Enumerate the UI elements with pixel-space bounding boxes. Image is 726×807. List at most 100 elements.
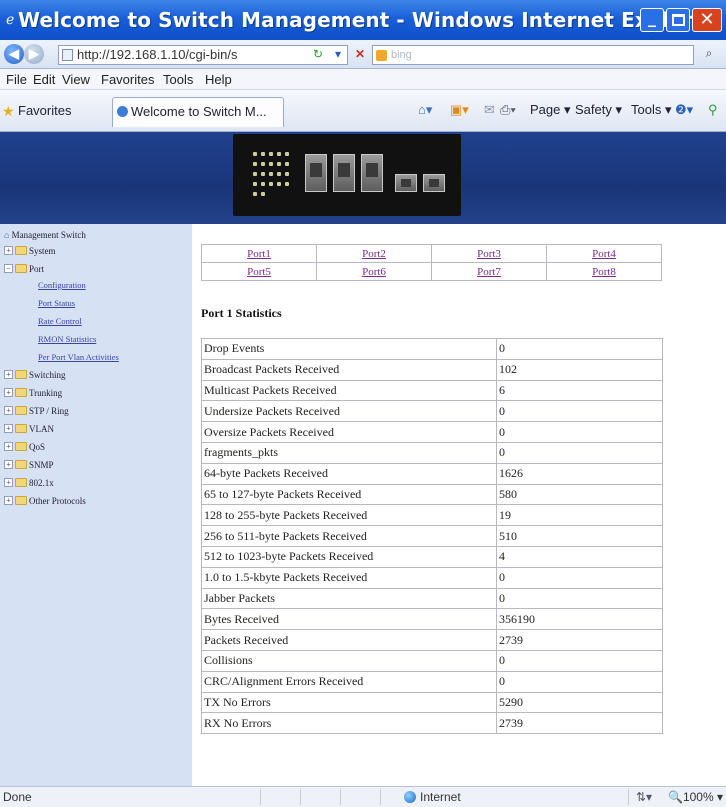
minimize-button[interactable]: _ <box>640 8 664 32</box>
port-link-4[interactable]: Port4 <box>592 248 616 260</box>
folder-icon <box>15 496 27 505</box>
mail-icon[interactable]: ✉ <box>484 102 495 118</box>
port-jack-3 <box>361 154 383 192</box>
stat-name: Broadcast Packets Received <box>201 358 497 381</box>
tree-item-port[interactable]: Port <box>29 264 44 274</box>
search-icon[interactable]: ⌕ <box>698 46 720 64</box>
stat-name: 128 to 255-byte Packets Received <box>201 504 497 527</box>
folder-icon <box>15 424 27 433</box>
computer-icon: ⌂ <box>4 230 10 240</box>
expand-qos-icon[interactable]: + <box>4 442 13 451</box>
stat-name: 64-byte Packets Received <box>201 462 497 485</box>
menu-help[interactable]: Help <box>205 72 232 87</box>
menu-tools[interactable]: Tools <box>163 72 193 87</box>
expand-snmp-icon[interactable]: + <box>4 460 13 469</box>
protected-mode-icon[interactable]: ⇅▾ <box>636 790 652 804</box>
back-button[interactable]: ◀ <box>4 44 24 64</box>
stats-row: Broadcast Packets Received 102 <box>201 358 663 381</box>
stat-name: Undersize Packets Received <box>201 400 497 423</box>
address-url: http://192.168.1.10/cgi-bin/s <box>77 47 238 62</box>
stop-icon[interactable]: ✕ <box>352 46 368 63</box>
refresh-icon[interactable]: ↻ <box>310 46 326 63</box>
menu-favorites[interactable]: Favorites <box>101 72 154 87</box>
status-bar: Done Internet ⇅▾ 🔍100% ▾ <box>0 786 726 807</box>
menu-file[interactable]: File <box>6 72 27 87</box>
research-icon[interactable]: ⚲ <box>708 102 718 118</box>
help-icon[interactable]: ❷▾ <box>675 102 693 118</box>
stat-name: 1.0 to 1.5-kbyte Packets Received <box>201 566 497 589</box>
zone-label: Internet <box>420 790 461 804</box>
link-rmon-statistics[interactable]: RMON Statistics <box>38 334 96 344</box>
port-link-8[interactable]: Port8 <box>592 266 616 278</box>
stat-name: Packets Received <box>201 629 497 651</box>
ie-icon: ℯ <box>6 11 15 27</box>
favorites-label: Favorites <box>18 103 72 118</box>
stats-row: TX No Errors 5290 <box>201 691 663 714</box>
browser-tab[interactable]: Welcome to Switch M... <box>112 97 284 127</box>
tree-item-system[interactable]: System <box>29 246 56 256</box>
tab-title: Welcome to Switch M... <box>131 104 267 119</box>
stats-row: 64-byte Packets Received 1626 <box>201 462 663 485</box>
expand-system-icon[interactable]: + <box>4 246 13 255</box>
port-link-7[interactable]: Port7 <box>477 266 501 278</box>
security-zone[interactable]: Internet <box>404 790 461 804</box>
navigation-tree: ⌂ Management Switch + System − Port Conf… <box>0 224 192 786</box>
menu-view[interactable]: View <box>62 72 90 87</box>
search-input[interactable]: bing <box>372 45 694 65</box>
page-menu[interactable]: Page ▾ <box>530 102 571 118</box>
port-selector-table: Port1 Port2 Port3 Port4 Port5 Port6 Port… <box>201 244 662 281</box>
expand-other-protocols-icon[interactable]: + <box>4 496 13 505</box>
collapse-port-icon[interactable]: − <box>4 264 13 273</box>
tools-menu[interactable]: Tools ▾ <box>631 102 672 118</box>
print-icon[interactable]: ⎙▾ <box>500 102 516 118</box>
menu-edit[interactable]: Edit <box>33 72 55 87</box>
address-dropdown-icon[interactable]: ▾ <box>330 46 346 63</box>
close-button[interactable]: ✕ <box>692 8 722 32</box>
tree-item-trunking[interactable]: Trunking <box>29 388 62 398</box>
port-link-2[interactable]: Port2 <box>362 248 386 260</box>
stat-name: Collisions <box>201 649 497 672</box>
address-input[interactable]: http://192.168.1.10/cgi-bin/s <box>58 45 348 65</box>
home-icon[interactable]: ⌂▾ <box>418 102 432 118</box>
tree-item-other-protocols[interactable]: Other Protocols <box>29 496 86 506</box>
link-port-status[interactable]: Port Status <box>38 298 75 308</box>
stats-row: Bytes Received 356190 <box>201 608 663 631</box>
forward-button[interactable]: ▶ <box>24 44 44 64</box>
window-title: Welcome to Switch Management - Windows I… <box>18 8 717 32</box>
stat-value: 1626 <box>496 462 663 485</box>
tree-item-8021x[interactable]: 802.1x <box>29 478 54 488</box>
link-configuration[interactable]: Configuration <box>38 280 86 290</box>
stat-value: 0 <box>496 649 663 672</box>
stat-value: 2739 <box>496 712 663 735</box>
expand-stp-icon[interactable]: + <box>4 406 13 415</box>
expand-switching-icon[interactable]: + <box>4 370 13 379</box>
tree-item-switching[interactable]: Switching <box>29 370 66 380</box>
expand-8021x-icon[interactable]: + <box>4 478 13 487</box>
tree-item-qos[interactable]: QoS <box>29 442 45 452</box>
stat-value: 0 <box>496 400 663 423</box>
maximize-button[interactable] <box>666 8 690 32</box>
stats-row: 256 to 511-byte Packets Received 510 <box>201 525 663 547</box>
link-rate-control[interactable]: Rate Control <box>38 316 82 326</box>
stat-name: fragments_pkts <box>201 441 497 464</box>
tree-item-vlan[interactable]: VLAN <box>29 424 54 434</box>
address-toolbar: ◀ ▶ http://192.168.1.10/cgi-bin/s ▾ ↻ ✕ … <box>0 40 726 69</box>
expand-vlan-icon[interactable]: + <box>4 424 13 433</box>
port-link-5[interactable]: Port5 <box>247 266 271 278</box>
tree-root[interactable]: ⌂ Management Switch <box>4 230 86 240</box>
port-link-1[interactable]: Port1 <box>247 248 271 260</box>
feeds-icon[interactable]: ▣▾ <box>450 102 469 118</box>
stat-value: 580 <box>496 483 663 506</box>
favorites-button[interactable]: ★ Favorites <box>2 102 71 120</box>
safety-menu[interactable]: Safety ▾ <box>575 102 622 118</box>
port-link-6[interactable]: Port6 <box>362 266 386 278</box>
globe-icon <box>404 791 416 803</box>
stat-value: 0 <box>496 338 663 360</box>
zoom-control[interactable]: 🔍100% ▾ <box>668 790 723 804</box>
link-per-port-vlan[interactable]: Per Port Vlan Activities <box>38 352 119 362</box>
stat-name: TX No Errors <box>201 691 497 714</box>
port-link-3[interactable]: Port3 <box>477 248 501 260</box>
tree-item-stp-ring[interactable]: STP / Ring <box>29 406 69 416</box>
tree-item-snmp[interactable]: SNMP <box>29 460 54 470</box>
expand-trunking-icon[interactable]: + <box>4 388 13 397</box>
